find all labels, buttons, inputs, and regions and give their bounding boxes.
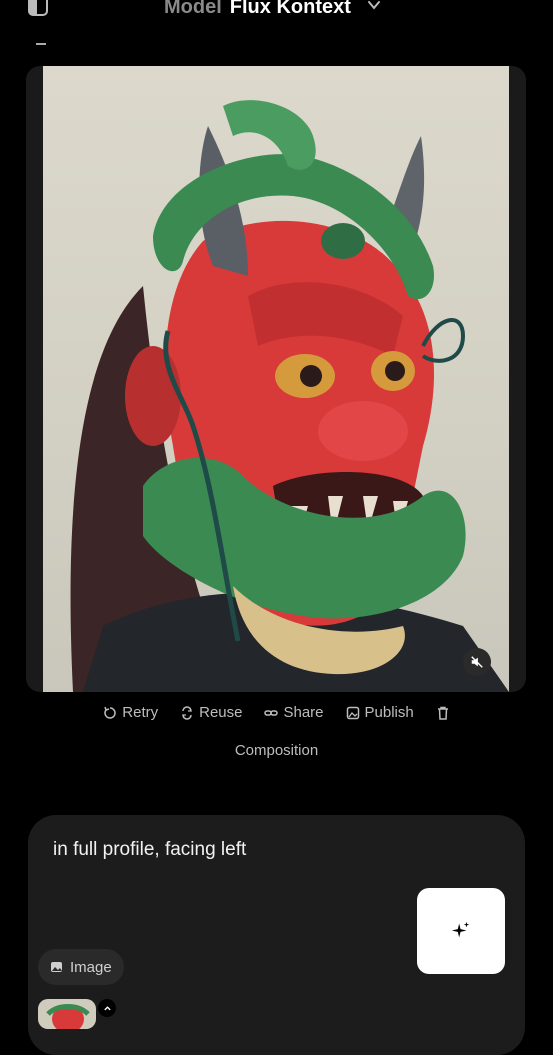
mute-toggle[interactable] <box>463 648 491 676</box>
collapse-indicator-icon[interactable] <box>36 43 46 45</box>
retry-icon <box>104 706 116 719</box>
speaker-muted-icon <box>471 656 483 668</box>
image-add-icon <box>51 962 62 972</box>
reuse-icon <box>182 705 193 720</box>
publish-button[interactable]: Publish <box>346 704 414 721</box>
retry-label: Retry <box>122 704 159 721</box>
reuse-button[interactable]: Reuse <box>180 704 242 721</box>
chevron-down-icon <box>367 0 380 10</box>
image-chip-label: Image <box>70 958 112 976</box>
prompt-panel: in full profile, facing left Image <box>28 815 525 1055</box>
generated-image[interactable] <box>43 66 509 692</box>
share-button[interactable]: Share <box>264 704 324 721</box>
delete-button[interactable] <box>436 706 450 720</box>
link-icon <box>264 709 279 716</box>
composition-tag[interactable]: Composition <box>0 742 553 759</box>
trash-icon <box>437 706 448 720</box>
thumbnail-image <box>38 999 96 1029</box>
generated-image-card <box>26 66 526 692</box>
sparkle-icon <box>451 921 470 938</box>
chevron-up-icon <box>103 1005 111 1010</box>
top-bar: Model Flux Kontext <box>0 0 553 45</box>
model-name: Flux Kontext <box>229 0 351 18</box>
share-label: Share <box>283 704 324 721</box>
oni-mask-illustration <box>70 100 509 692</box>
retry-button[interactable]: Retry <box>103 704 158 721</box>
image-attachment-button[interactable]: Image <box>38 949 124 985</box>
attached-image-thumbnail[interactable] <box>38 999 96 1029</box>
image-actions: Retry Reuse Share Publish <box>0 704 553 721</box>
model-prefix: Model <box>164 0 222 18</box>
publish-label: Publish <box>364 704 414 721</box>
sidebar-toggle-icon[interactable] <box>28 0 48 16</box>
publish-icon <box>346 706 359 719</box>
prompt-input[interactable]: in full profile, facing left <box>53 839 246 861</box>
reuse-label: Reuse <box>199 704 243 721</box>
thumbnail-collapse-icon[interactable] <box>98 999 116 1017</box>
generate-button[interactable] <box>417 888 505 974</box>
model-selector[interactable]: Model Flux Kontext <box>164 0 381 19</box>
